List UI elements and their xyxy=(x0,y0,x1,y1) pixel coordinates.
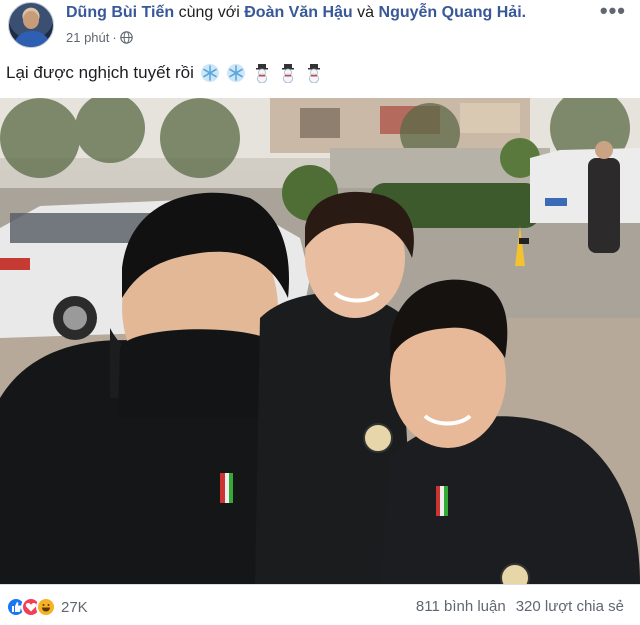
globe-icon[interactable] xyxy=(119,31,133,44)
tagged-user-2[interactable]: Nguyễn Quang Hải. xyxy=(379,4,527,21)
post-footer: 27K 811 bình luận 320 lượt chia sẻ xyxy=(0,584,640,625)
post-stats: 811 bình luận 320 lượt chia sẻ xyxy=(416,598,624,615)
with-text: cùng với xyxy=(178,4,240,21)
snowflake-icon xyxy=(200,64,219,82)
snowflake-icon xyxy=(226,64,245,82)
facebook-post: Dũng Bùi Tiến cùng với Đoàn Văn Hậu và N… xyxy=(0,0,640,625)
author-name[interactable]: Dũng Bùi Tiến xyxy=(66,4,174,21)
snowman-icon xyxy=(307,64,320,83)
post-header: Dũng Bùi Tiến cùng với Đoàn Văn Hậu và N… xyxy=(66,3,526,23)
post-text-row: Lại được nghịch tuyết rồi xyxy=(6,62,324,84)
avatar-shirt xyxy=(13,31,51,47)
post-meta: 21 phút · xyxy=(66,30,133,45)
post-time[interactable]: 21 phút xyxy=(66,30,109,45)
shares-count[interactable]: 320 lượt chia sẻ xyxy=(516,598,624,615)
comments-count[interactable]: 811 bình luận xyxy=(416,598,506,615)
tagged-user-1[interactable]: Đoàn Văn Hậu xyxy=(244,4,352,21)
and-text: và xyxy=(357,4,375,21)
post-photo[interactable] xyxy=(0,98,640,584)
selfie-photo xyxy=(0,98,640,584)
haha-icon xyxy=(36,597,56,617)
separator-dot: · xyxy=(112,30,117,45)
reaction-count: 27K xyxy=(61,598,88,616)
author-avatar[interactable] xyxy=(8,2,54,48)
snowman-icon xyxy=(255,64,268,83)
snowman-icon xyxy=(281,64,294,83)
post-text: Lại được nghịch tuyết rồi xyxy=(6,63,194,82)
more-options-icon[interactable]: ••• xyxy=(600,0,626,22)
avatar-face xyxy=(23,11,39,29)
reaction-summary[interactable]: 27K xyxy=(6,597,88,617)
